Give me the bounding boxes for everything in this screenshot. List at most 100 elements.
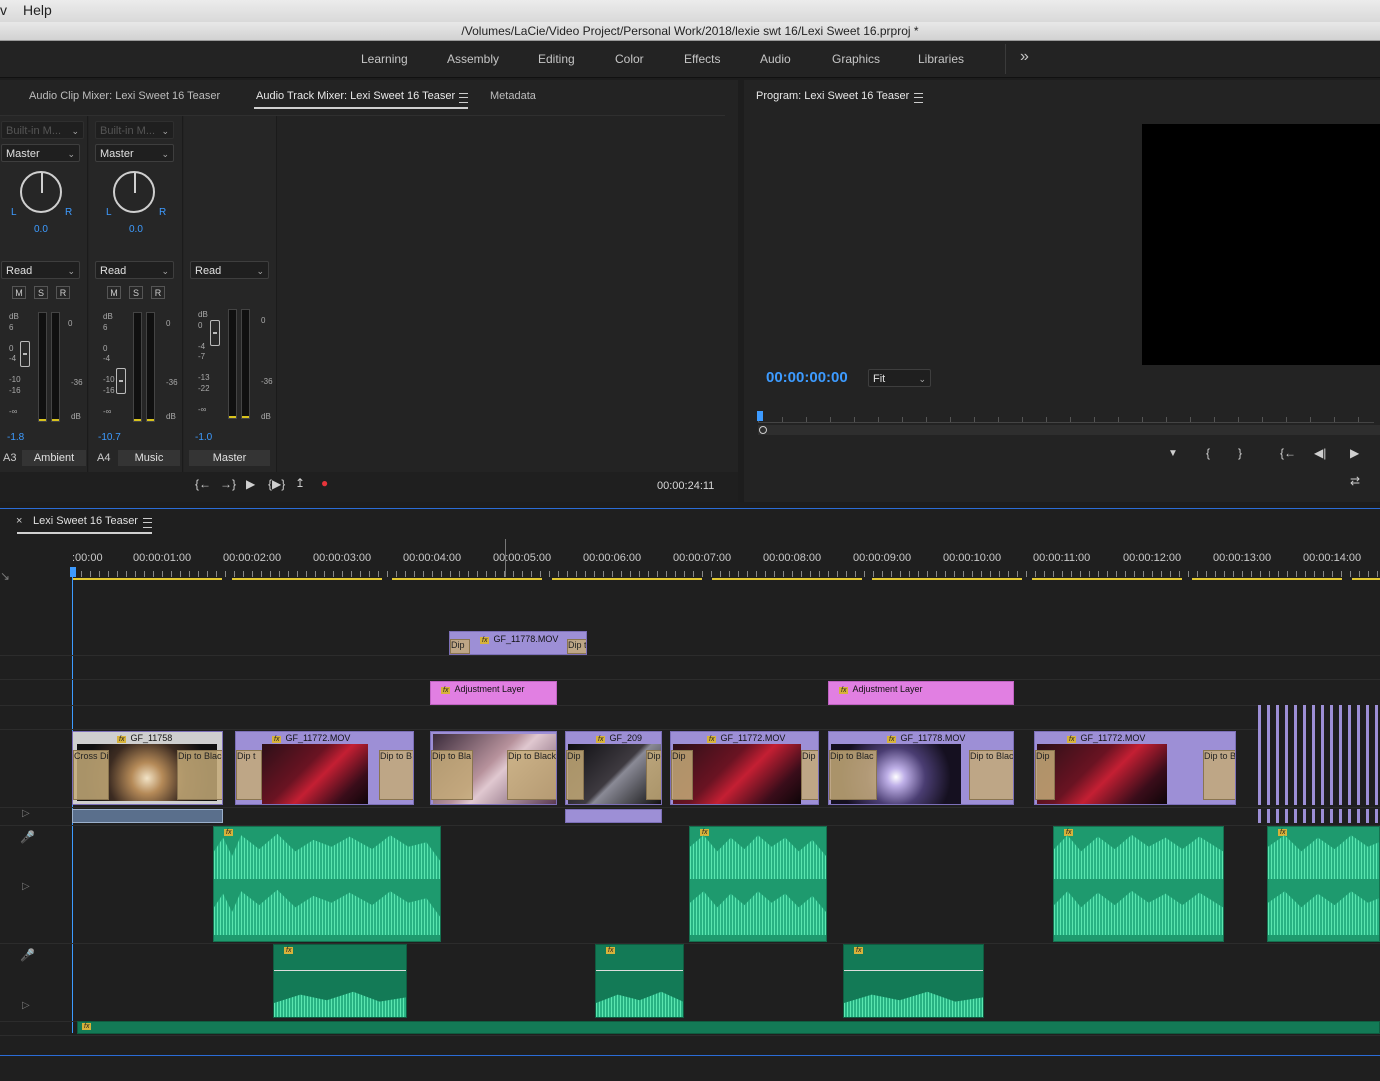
- workspace-learning[interactable]: Learning: [361, 52, 408, 66]
- timeline-ruler[interactable]: :00:00 00:00:01:00 00:00:02:00 00:00:03:…: [72, 549, 1380, 581]
- tab-program[interactable]: Program: Lexi Sweet 16 Teaser: [756, 90, 909, 102]
- workspace-editing[interactable]: Editing: [538, 52, 575, 66]
- tab-audio-clip-mixer[interactable]: Audio Clip Mixer: Lexi Sweet 16 Teaser: [29, 90, 220, 102]
- workspace-color[interactable]: Color: [615, 52, 644, 66]
- compare-view-icon[interactable]: ⇄: [1350, 474, 1360, 488]
- video-clip[interactable]: fx GF_11772.MOV Dip Dip to B: [1034, 731, 1236, 805]
- go-to-in-icon[interactable]: {←: [195, 477, 211, 491]
- playhead-marker[interactable]: [757, 411, 763, 421]
- add-marker-icon[interactable]: ▼: [1168, 448, 1178, 459]
- selection-tool-icon[interactable]: ↘: [0, 569, 10, 583]
- video-clip[interactable]: fx GF_11772.MOV Dip Dip: [670, 731, 819, 805]
- mute-button[interactable]: M: [12, 286, 26, 299]
- pan-value[interactable]: 0.0: [129, 224, 143, 235]
- close-tab-icon[interactable]: ×: [16, 515, 22, 527]
- adjustment-layer[interactable]: fx Adjustment Layer: [430, 681, 557, 705]
- adjustment-layer[interactable]: fx Adjustment Layer: [828, 681, 1014, 705]
- menu-help[interactable]: Help: [23, 2, 52, 18]
- mark-in-icon[interactable]: {: [1206, 446, 1210, 460]
- transition[interactable]: Dip: [450, 639, 470, 654]
- stacked-short-clips[interactable]: [1258, 809, 1380, 823]
- expand-track-icon[interactable]: ▷: [22, 881, 30, 892]
- panel-menu-icon[interactable]: [459, 93, 468, 103]
- audio-clip[interactable]: fx: [595, 944, 684, 1018]
- track-name[interactable]: Master: [189, 450, 270, 466]
- automation-select[interactable]: Read ⌄: [190, 261, 269, 279]
- zoom-select[interactable]: Fit ⌄: [868, 369, 931, 387]
- more-workspaces-icon[interactable]: »: [1020, 48, 1029, 66]
- record-arm-button[interactable]: R: [151, 286, 165, 299]
- voiceover-mic-icon[interactable]: 🎤: [20, 830, 35, 844]
- transition[interactable]: Dip to Blac: [969, 750, 1013, 800]
- tab-metadata[interactable]: Metadata: [490, 90, 536, 102]
- output-select[interactable]: Master ⌄: [1, 144, 80, 162]
- audio-clip[interactable]: fx: [689, 826, 827, 942]
- go-to-in-icon[interactable]: {←: [1280, 446, 1296, 460]
- pan-knob[interactable]: [113, 171, 155, 213]
- audio-clip[interactable]: fx: [1267, 826, 1380, 942]
- volume-fader[interactable]: [116, 368, 126, 394]
- workspace-assembly[interactable]: Assembly: [447, 52, 499, 66]
- transition[interactable]: Dip to Bla: [431, 750, 473, 800]
- zoom-scrollbar[interactable]: [758, 425, 1380, 435]
- audio-clip[interactable]: fx: [843, 944, 984, 1018]
- play-icon[interactable]: ▶: [1350, 446, 1359, 460]
- output-select[interactable]: Master ⌄: [95, 144, 174, 162]
- pan-value[interactable]: 0.0: [34, 224, 48, 235]
- audio-clip[interactable]: fx: [213, 826, 441, 942]
- workspace-libraries[interactable]: Libraries: [918, 52, 964, 66]
- loop-export-icon[interactable]: ↥: [295, 476, 305, 490]
- transition[interactable]: Dip: [1035, 750, 1055, 800]
- panel-menu-icon[interactable]: [143, 518, 152, 528]
- expand-track-icon[interactable]: ▷: [22, 1000, 30, 1011]
- audio-clip[interactable]: fx: [273, 944, 407, 1018]
- solo-button[interactable]: S: [129, 286, 143, 299]
- transition[interactable]: Dip to Black: [507, 750, 556, 800]
- level-value[interactable]: -1.0: [195, 432, 212, 443]
- video-clip[interactable]: [565, 809, 662, 823]
- workspace-effects[interactable]: Effects: [684, 52, 720, 66]
- expand-track-icon[interactable]: ▷: [22, 808, 30, 819]
- panel-menu-icon[interactable]: [914, 93, 923, 103]
- transition[interactable]: Cross Di: [73, 750, 109, 800]
- play-in-to-out-icon[interactable]: {▶}: [268, 477, 285, 491]
- transition[interactable]: Dip to B: [379, 750, 413, 800]
- playhead-handle[interactable]: [70, 567, 76, 577]
- automation-select[interactable]: Read ⌄: [1, 261, 80, 279]
- audio-clip[interactable]: fx: [1053, 826, 1224, 942]
- workspace-audio[interactable]: Audio: [760, 52, 791, 66]
- monitor-ruler[interactable]: [758, 412, 1374, 423]
- video-clip[interactable]: Dip to Bla Dip to Black: [430, 731, 557, 805]
- scrollbar-handle[interactable]: [759, 426, 767, 434]
- tab-sequence[interactable]: Lexi Sweet 16 Teaser: [33, 515, 138, 527]
- volume-rubberband[interactable]: [274, 970, 406, 971]
- video-clip[interactable]: fx GF_11772.MOV Dip t Dip to B: [235, 731, 414, 805]
- level-value[interactable]: -1.8: [7, 432, 24, 443]
- stacked-short-clips[interactable]: [1258, 705, 1380, 805]
- video-clip[interactable]: fx GF_11778.MOV Dip Dip t: [449, 631, 587, 655]
- transition[interactable]: Dip t: [567, 639, 586, 654]
- level-value[interactable]: -10.7: [98, 432, 121, 443]
- transition[interactable]: Dip to Blac: [829, 750, 877, 800]
- mute-button[interactable]: M: [107, 286, 121, 299]
- video-clip[interactable]: fx GF_11758 Cross Di Dip to Blac: [72, 731, 223, 805]
- transition[interactable]: Dip: [646, 750, 661, 800]
- mark-out-icon[interactable]: }: [1238, 446, 1242, 460]
- volume-rubberband[interactable]: [844, 970, 983, 971]
- menu-prev[interactable]: v: [0, 2, 7, 18]
- volume-fader[interactable]: [20, 341, 30, 367]
- volume-rubberband[interactable]: [596, 970, 683, 971]
- transition[interactable]: Dip: [801, 750, 818, 800]
- record-icon[interactable]: ●: [321, 476, 328, 490]
- effect-select[interactable]: Built-in M... ⌄: [95, 121, 174, 139]
- video-clip[interactable]: fx GF_11778.MOV Dip to Blac Dip to Blac: [828, 731, 1014, 805]
- transition[interactable]: Dip to B: [1203, 750, 1235, 800]
- record-arm-button[interactable]: R: [56, 286, 70, 299]
- track-name[interactable]: Ambient: [22, 450, 86, 466]
- audio-clip[interactable]: [72, 809, 223, 823]
- tab-audio-track-mixer[interactable]: Audio Track Mixer: Lexi Sweet 16 Teaser: [256, 90, 455, 102]
- track-name[interactable]: Music: [118, 450, 180, 466]
- transition[interactable]: Dip t: [236, 750, 262, 800]
- transition[interactable]: Dip: [671, 750, 693, 800]
- playhead-timecode[interactable]: 00:00:00:00: [766, 369, 848, 386]
